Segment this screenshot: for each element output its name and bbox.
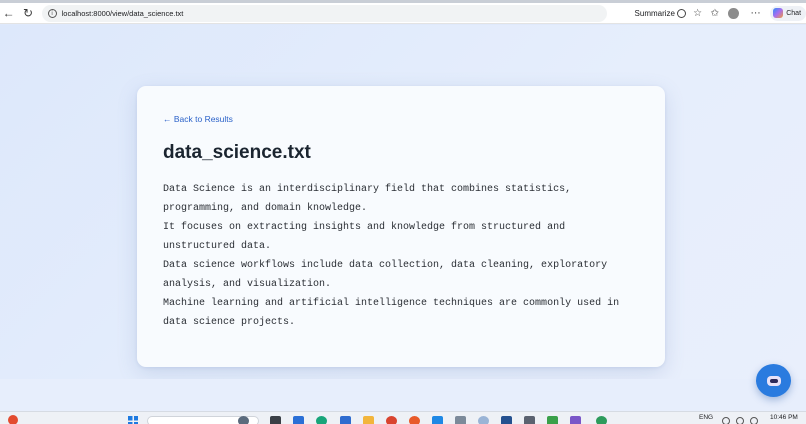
summarize-button[interactable]: Summarize <box>634 8 686 18</box>
app-icon[interactable] <box>270 416 281 424</box>
chrome-icon[interactable] <box>409 416 420 424</box>
reload-icon[interactable]: ↻ <box>20 5 35 21</box>
url-text[interactable]: localhost:8000/view/data_science.txt <box>62 9 184 18</box>
back-to-results-link[interactable]: ← Back to Results <box>163 114 233 124</box>
app-icon[interactable] <box>570 416 581 424</box>
summarize-icon <box>677 8 686 18</box>
language-indicator[interactable]: ENG <box>699 414 713 421</box>
address-bar[interactable]: i localhost:8000/view/data_science.txt <box>41 4 607 22</box>
app-icon[interactable] <box>293 416 304 424</box>
chatbot-button[interactable] <box>756 364 791 397</box>
battery-icon[interactable] <box>750 417 758 424</box>
app-icon[interactable] <box>524 416 535 424</box>
page-title: data_science.txt <box>163 142 311 163</box>
clock[interactable]: 10:46 PM <box>770 414 798 421</box>
app-icon[interactable] <box>501 416 512 424</box>
copilot-icon <box>773 8 784 18</box>
file-line: It focuses on extracting insights and kn… <box>163 222 566 252</box>
start-icon[interactable] <box>128 416 138 424</box>
app-icon[interactable] <box>238 416 249 424</box>
file-card: ← Back to Results data_science.txt Data … <box>137 86 665 367</box>
weather-icon[interactable] <box>8 415 18 424</box>
app-icon[interactable] <box>432 416 443 424</box>
file-content: Data Science is an interdisciplinary fie… <box>163 180 643 332</box>
file-line: Machine learning and artificial intellig… <box>163 298 620 328</box>
taskbar: ENG 10:46 PM <box>0 411 806 424</box>
chat-label: Chat <box>786 9 802 17</box>
chat-button[interactable]: Chat <box>770 5 806 21</box>
robot-icon <box>766 375 781 386</box>
page-footer-band <box>0 379 806 411</box>
profile-icon[interactable] <box>728 7 739 19</box>
folder-icon[interactable] <box>363 416 374 424</box>
app-icon[interactable] <box>596 416 607 424</box>
site-info-icon[interactable]: i <box>47 8 57 18</box>
app-icon[interactable] <box>547 416 558 424</box>
favorite-icon[interactable]: ☆ <box>689 8 706 19</box>
browser-toolbar: ← ↻ i localhost:8000/view/data_science.t… <box>0 3 806 24</box>
app-icon[interactable] <box>340 416 351 424</box>
file-line: Data science workflows include data coll… <box>163 260 608 290</box>
volume-icon[interactable] <box>736 417 744 424</box>
wifi-icon[interactable] <box>722 417 730 424</box>
page-background: ← Back to Results data_science.txt Data … <box>0 25 806 379</box>
app-icon[interactable] <box>478 416 489 424</box>
favorites-icon[interactable]: ✩ <box>706 8 723 19</box>
edge-icon[interactable] <box>316 416 327 424</box>
file-line: Data Science is an interdisciplinary fie… <box>163 184 572 214</box>
summarize-label: Summarize <box>634 8 675 18</box>
back-icon[interactable]: ← <box>1 5 16 21</box>
app-icon[interactable] <box>455 416 466 424</box>
more-icon[interactable]: ⋯ <box>747 8 764 19</box>
app-icon[interactable] <box>386 416 397 424</box>
